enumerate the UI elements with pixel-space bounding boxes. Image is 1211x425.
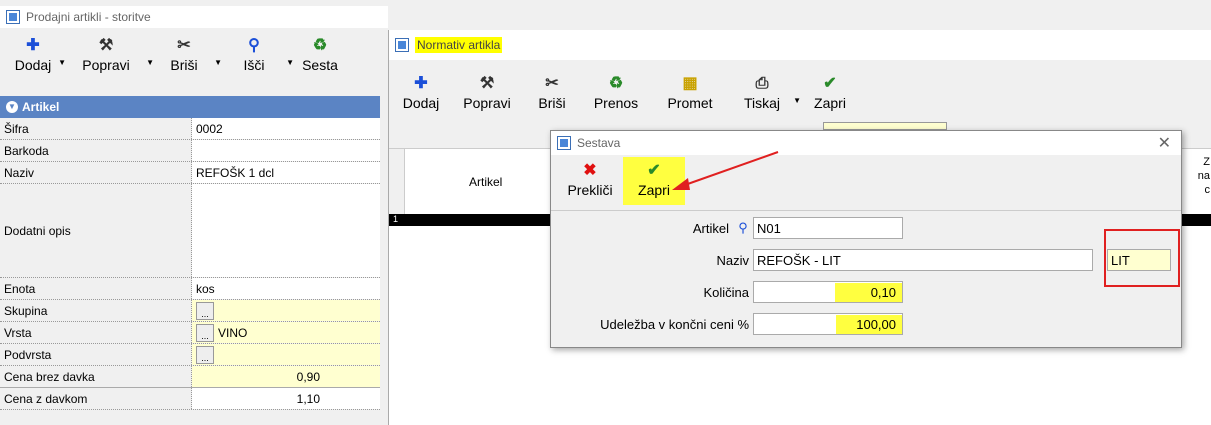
- udelezba-row: Udeležba v končni ceni % 100,00: [551, 313, 903, 335]
- naziv-input[interactable]: REFOŠK - LIT: [753, 249, 1093, 271]
- boxes-icon: ▦: [682, 75, 698, 92]
- sestava-dialog: Sestava ✕ ✖ Prekliči ✔ Zapri Artikel ⚲ N…: [550, 130, 1182, 348]
- grid-header-artikel[interactable]: Artikel: [469, 175, 502, 189]
- field-vrsta: Vrsta ... VINO: [0, 322, 380, 344]
- search-icon[interactable]: ⚲: [733, 220, 753, 236]
- vrsta-lookup-button[interactable]: ...: [196, 323, 214, 342]
- artikel-row: Artikel ⚲ N01: [551, 217, 903, 239]
- divider: [551, 210, 1181, 211]
- plus-icon: ✚: [26, 37, 40, 54]
- field-enota: Enota kos: [0, 278, 380, 300]
- grid-header-right-column[interactable]: Z na c: [1198, 155, 1210, 197]
- normativ-titlebar: Normativ artikla: [389, 30, 1211, 60]
- articles-window: Prodajni artikli - storitve ✚ Dodaj ▼ ⚒ …: [0, 0, 388, 425]
- annotation-red-arrow-icon: [672, 151, 779, 190]
- normativ-transfer-button[interactable]: ♻ Prenos: [579, 70, 653, 118]
- kolicina-input[interactable]: 0,10: [753, 281, 903, 303]
- naziv-row: Naziv REFOŠK - LIT LIT: [551, 249, 1171, 271]
- normativ-toolbar: ✚ Dodaj ⚒ Popravi ✂ Briši ♻ Prenos ▦ Pro…: [393, 70, 863, 118]
- articles-window-title: Prodajni artikli - storitve: [26, 10, 151, 24]
- annotation-red-box: [1104, 229, 1180, 287]
- normativ-add-button[interactable]: ✚ Dodaj: [393, 70, 449, 118]
- field-podvrsta: Podvrsta ...: [0, 344, 380, 366]
- close-icon[interactable]: ✕: [1158, 133, 1171, 153]
- field-dodatni-opis: Dodatni opis: [0, 184, 380, 278]
- app-icon: [557, 136, 571, 150]
- field-cena-brez-davka: Cena brez davka 0,90: [0, 366, 380, 388]
- scissors-icon: ✂: [177, 37, 191, 54]
- articles-delete-button[interactable]: ✂ Briši ▼: [150, 32, 222, 80]
- grid-header-strip: [823, 122, 947, 130]
- field-skupina: Skupina ...: [0, 300, 380, 322]
- udelezba-input[interactable]: 100,00: [753, 313, 903, 335]
- kolicina-label: Količina: [703, 284, 749, 300]
- podvrsta-lookup-button[interactable]: ...: [196, 345, 214, 364]
- normativ-print-button[interactable]: ⎙ Tiskaj ▼: [727, 70, 801, 118]
- articles-edit-button[interactable]: ⚒ Popravi ▼: [62, 32, 154, 80]
- artikel-input[interactable]: N01: [753, 217, 903, 239]
- articles-toolbar: ✚ Dodaj ▼ ⚒ Popravi ▼ ✂ Briši ▼ ⚲ Išči ▼…: [4, 32, 350, 80]
- articles-composition-button[interactable]: ♻ Sesta: [290, 32, 350, 80]
- plus-icon: ✚: [414, 75, 428, 92]
- app-icon: [395, 38, 409, 52]
- udelezba-label: Udeležba v končni ceni %: [600, 316, 749, 332]
- hammer-icon: ⚒: [479, 75, 495, 92]
- artikel-label: Artikel: [692, 220, 729, 236]
- articles-search-button[interactable]: ⚲ Išči ▼: [218, 32, 295, 80]
- naziv-label: Naziv: [716, 252, 749, 268]
- normativ-edit-button[interactable]: ⚒ Popravi: [449, 70, 525, 118]
- chevron-collapse-icon[interactable]: ▼: [6, 101, 18, 113]
- field-barkoda: Barkoda: [0, 140, 380, 162]
- field-naziv: Naziv REFOŠK 1 dcl: [0, 162, 380, 184]
- row-indicator-column: [389, 149, 405, 215]
- checkmark-icon: ✔: [647, 162, 661, 179]
- hammer-icon: ⚒: [98, 37, 114, 54]
- sestava-titlebar: Sestava ✕: [551, 131, 1181, 155]
- checkmark-icon: ✔: [823, 75, 837, 92]
- skupina-lookup-button[interactable]: ...: [196, 301, 214, 320]
- normativ-close-button[interactable]: ✔ Zapri: [797, 70, 863, 118]
- kolicina-row: Količina 0,10: [551, 281, 903, 303]
- normativ-delete-button[interactable]: ✂ Briši: [525, 70, 579, 118]
- app-icon: [6, 10, 20, 24]
- cancel-button[interactable]: ✖ Prekliči: [557, 157, 623, 205]
- magnifier-icon: ⚲: [248, 37, 260, 54]
- printer-icon: ⎙: [755, 75, 769, 92]
- normativ-window-title: Normativ artikla: [415, 37, 503, 53]
- articles-add-button[interactable]: ✚ Dodaj ▼: [4, 32, 66, 80]
- scissors-icon: ✂: [545, 75, 559, 92]
- recycle-icon: ♻: [312, 37, 328, 54]
- sestava-dialog-title: Sestava: [577, 136, 621, 150]
- section-header-artikel[interactable]: ▼ Artikel: [0, 96, 380, 118]
- field-cena-z-davkom: Cena z davkom 1,10: [0, 388, 380, 410]
- cancel-x-icon: ✖: [583, 162, 597, 179]
- normativ-traffic-button[interactable]: ▦ Promet: [653, 70, 727, 118]
- articles-titlebar: Prodajni artikli - storitve: [0, 6, 388, 28]
- recycle-icon: ♻: [608, 75, 624, 92]
- field-sifra: Šifra 0002: [0, 118, 380, 140]
